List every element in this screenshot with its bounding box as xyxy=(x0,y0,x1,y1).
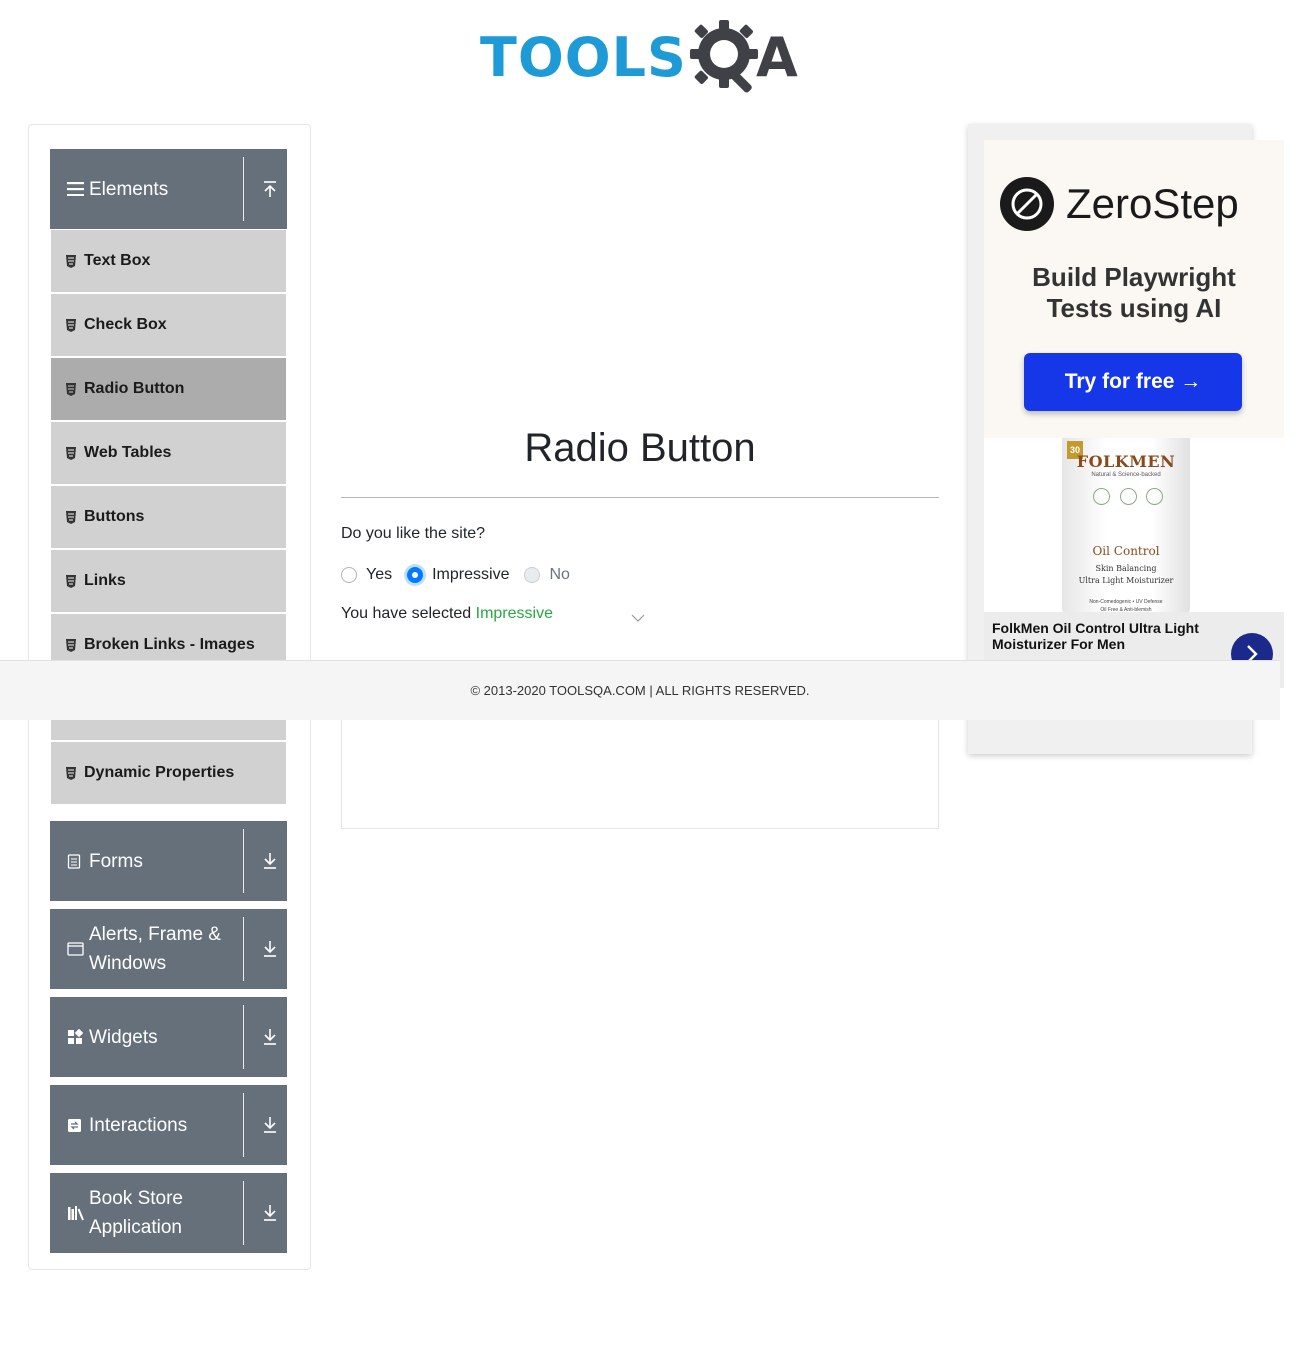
try-for-free-button[interactable]: Try for free → xyxy=(1024,353,1242,411)
product-desc-line: Skin Balancing xyxy=(1095,564,1157,573)
interactions-icon xyxy=(67,1085,85,1165)
product-desc-line: Ultra Light Moisturizer xyxy=(1078,576,1174,585)
group-title: Elements xyxy=(89,178,169,200)
group-header-widgets[interactable]: Widgets xyxy=(50,997,287,1077)
title-divider xyxy=(341,497,939,498)
radio-group: Yes Impressive No xyxy=(341,564,585,586)
product-desc: Skin Balancing Ultra Light Moisturizer xyxy=(1062,563,1190,587)
group-header-forms[interactable]: Forms xyxy=(50,821,287,901)
logo-text: TOOLS xyxy=(480,26,687,89)
badge-icon xyxy=(1119,488,1137,505)
product-sub: Natural & Science-backed xyxy=(1091,472,1161,478)
yes-radio[interactable] xyxy=(341,567,357,583)
question-label: Do you like the site? xyxy=(341,525,486,542)
group-header-alerts-frame-windows[interactable]: Alerts, Frame & Windows xyxy=(50,909,287,989)
radio-option-yes[interactable]: Yes xyxy=(341,566,392,584)
sidebar-item-label: Radio Button xyxy=(84,380,185,397)
group-title: Interactions xyxy=(89,1114,188,1136)
sidebar-item-label: Text Box xyxy=(84,252,151,269)
sidebar-item-web-tables[interactable]: Web Tables xyxy=(51,422,286,484)
radio-label: No xyxy=(549,566,570,583)
html5-icon xyxy=(66,638,76,652)
html5-icon xyxy=(66,510,76,524)
group-title: Alerts, Frame & Windows xyxy=(89,924,221,974)
group-title: Forms xyxy=(89,850,143,872)
group-title: Book Store Application xyxy=(89,1188,183,1238)
html5-icon xyxy=(66,318,76,332)
expand-down-icon[interactable] xyxy=(260,1173,280,1253)
radio-option-no: No xyxy=(524,566,570,584)
ad-brand: ZeroStep xyxy=(1066,180,1239,227)
collapse-up-icon[interactable] xyxy=(260,149,280,229)
expand-down-icon[interactable] xyxy=(260,909,280,989)
radio-option-impressive[interactable]: Impressive xyxy=(407,566,509,584)
divider xyxy=(243,829,244,893)
selection-result: You have selected Impressive xyxy=(341,605,553,623)
result-value: Impressive xyxy=(475,605,553,622)
hamburger-icon xyxy=(67,149,85,229)
divider xyxy=(243,917,244,981)
sidebar-item-label: Links xyxy=(84,572,126,589)
ad-tagline: Build Playwright Tests using AI xyxy=(984,262,1284,324)
sidebar-item-label: Web Tables xyxy=(84,444,172,461)
divider xyxy=(243,157,244,221)
sidebar-item-label: Dynamic Properties xyxy=(84,764,235,781)
html5-icon xyxy=(66,446,76,460)
product-brand: FOLKMEN xyxy=(1076,452,1176,471)
html5-icon xyxy=(66,574,76,588)
books-icon xyxy=(67,1173,85,1253)
page-title: Radio Button xyxy=(524,426,756,470)
product-name: Oil Control xyxy=(1092,544,1160,558)
html5-icon xyxy=(66,766,76,780)
sidebar-item-text-box[interactable]: Text Box xyxy=(51,230,286,292)
widgets-icon xyxy=(67,997,85,1077)
sidebar-item-dynamic-properties[interactable]: Dynamic Properties xyxy=(51,742,286,804)
group-title: Widgets xyxy=(89,1026,158,1048)
sidebar-item-label: Check Box xyxy=(84,316,167,333)
toolsqa-logo[interactable]: TOOLS A xyxy=(480,14,810,94)
logo-text-a: A xyxy=(756,26,798,89)
ad-tagline-line: Tests using AI xyxy=(1046,293,1222,323)
sidebar-item-check-box[interactable]: Check Box xyxy=(51,294,286,356)
impressive-radio[interactable] xyxy=(407,567,424,583)
html5-icon xyxy=(66,382,76,396)
chevron-down-icon[interactable] xyxy=(631,613,645,623)
expand-down-icon[interactable] xyxy=(260,821,280,901)
group-header-book-store[interactable]: Book Store Application xyxy=(50,1173,287,1253)
zerostep-logo-icon xyxy=(1000,177,1054,231)
form-icon xyxy=(67,821,85,901)
copyright-text: © 2013-2020 TOOLSQA.COM | ALL RIGHTS RES… xyxy=(470,683,810,698)
badge-icon xyxy=(1146,488,1163,505)
result-prefix: You have selected xyxy=(341,605,476,622)
divider xyxy=(243,1005,244,1069)
sidebar-item-label: Buttons xyxy=(84,508,145,525)
product-badges xyxy=(1093,488,1163,506)
ad-caption[interactable]: FolkMen Oil Control Ultra Light Moisturi… xyxy=(992,620,1222,652)
sidebar-item-label: Broken Links - Images xyxy=(84,636,255,653)
window-icon xyxy=(67,909,85,989)
no-radio xyxy=(524,567,541,583)
sidebar-item-radio-button[interactable]: Radio Button xyxy=(51,358,286,420)
html5-icon xyxy=(66,254,76,268)
ad-tagline-line: Build Playwright xyxy=(1032,262,1236,292)
footer: © 2013-2020 TOOLSQA.COM | ALL RIGHTS RES… xyxy=(0,660,1280,720)
badge-icon xyxy=(1093,488,1110,505)
radio-label[interactable]: Yes xyxy=(366,566,392,584)
group-header-elements[interactable]: Elements xyxy=(50,149,287,229)
divider xyxy=(243,1181,244,1245)
sidebar-item-links[interactable]: Links xyxy=(51,550,286,612)
expand-down-icon[interactable] xyxy=(260,1085,280,1165)
group-header-interactions[interactable]: Interactions xyxy=(50,1085,287,1165)
sidebar-item-buttons[interactable]: Buttons xyxy=(51,486,286,548)
content-box xyxy=(341,720,939,829)
expand-down-icon[interactable] xyxy=(260,997,280,1077)
divider xyxy=(243,1093,244,1157)
radio-label[interactable]: Impressive xyxy=(432,566,509,584)
product-foot-line: Non-Comedogenic • UV Defense xyxy=(1089,599,1163,605)
